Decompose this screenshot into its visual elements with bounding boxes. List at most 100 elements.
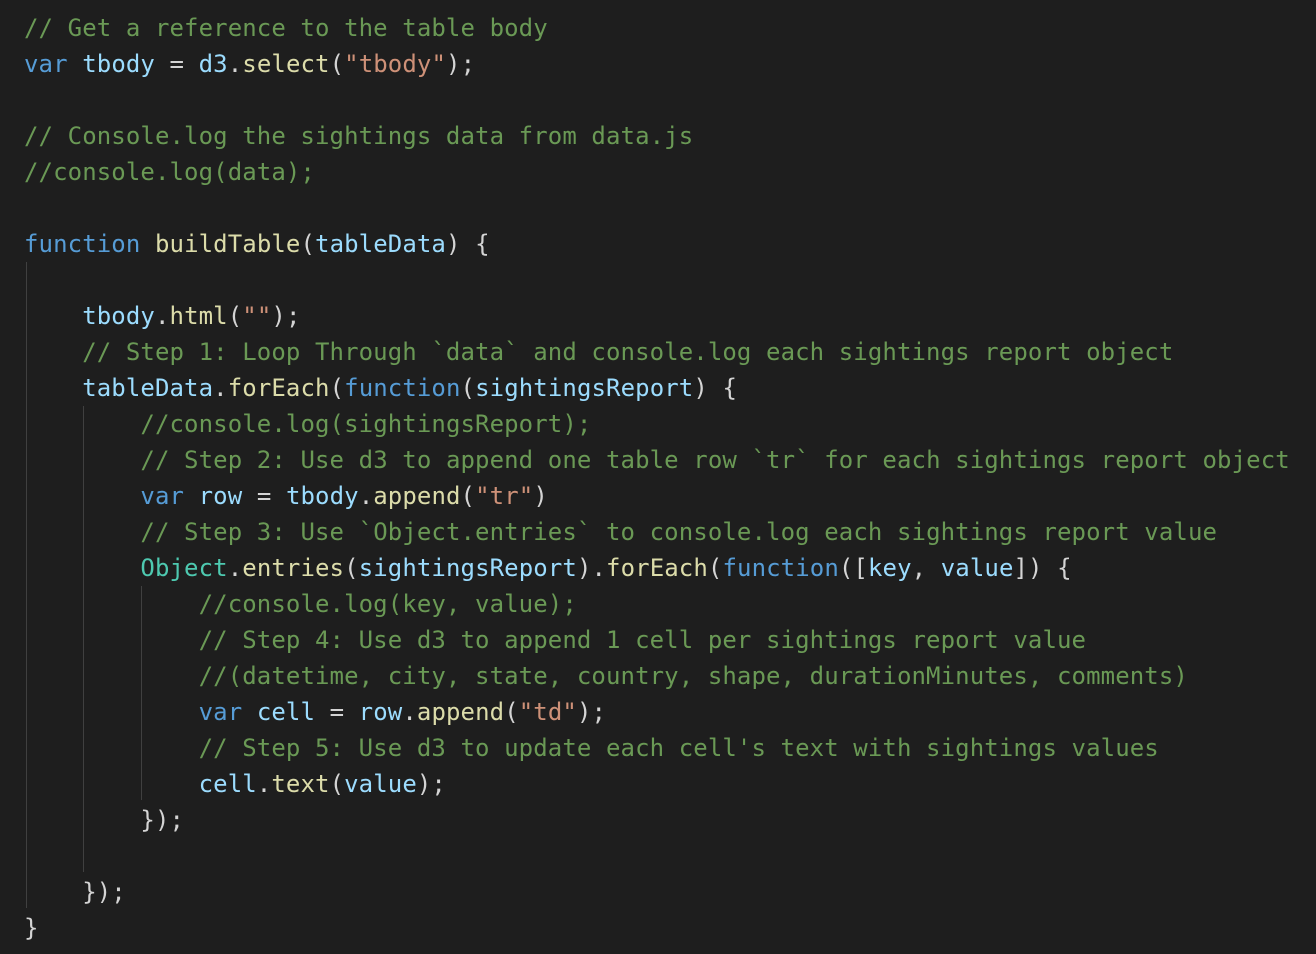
- punctuation-token: [184, 482, 199, 510]
- identifier-token: tbody: [82, 302, 155, 330]
- punctuation-token: [24, 734, 199, 762]
- punctuation-token: });: [24, 806, 185, 834]
- punctuation-token: ).: [576, 554, 607, 582]
- comment-token: // Step 1: Loop Through `data` and conso…: [82, 338, 1174, 366]
- punctuation-token: .: [402, 698, 417, 726]
- code-line-1[interactable]: // Get a reference to the table body: [24, 10, 548, 46]
- identifier-token: value: [940, 554, 1014, 582]
- keyword-token: var: [140, 482, 185, 510]
- punctuation-token: [140, 230, 155, 258]
- punctuation-token: [24, 410, 140, 438]
- code-line-17[interactable]: //console.log(key, value);: [24, 586, 577, 622]
- string-token: "": [242, 302, 272, 330]
- punctuation-token: (: [344, 554, 359, 582]
- comment-token: // Console.log the sightings data from d…: [24, 122, 694, 150]
- code-line-21[interactable]: // Step 5: Use d3 to update each cell's …: [24, 730, 1159, 766]
- code-line-22[interactable]: cell.text(value);: [24, 766, 446, 802]
- punctuation-token: }: [24, 914, 39, 942]
- identifier-token: cell: [256, 698, 316, 726]
- code-line-10[interactable]: // Step 1: Loop Through `data` and conso…: [24, 334, 1173, 370]
- punctuation-token: ) {: [693, 374, 738, 402]
- punctuation-token: [242, 698, 257, 726]
- identifier-token: value: [344, 770, 417, 798]
- punctuation-token: [24, 554, 140, 582]
- code-line-7[interactable]: function buildTable(tableData) {: [24, 226, 490, 262]
- punctuation-token: .: [358, 482, 374, 510]
- punctuation-token: );: [416, 770, 446, 798]
- code-line-14[interactable]: var row = tbody.append("tr"): [24, 478, 548, 514]
- code-line-19[interactable]: //(datetime, city, state, country, shape…: [24, 658, 1188, 694]
- punctuation-token: [24, 590, 199, 618]
- punctuation-token: =: [315, 698, 359, 726]
- punctuation-token: [24, 518, 140, 546]
- code-line-11[interactable]: tableData.forEach(function(sightingsRepo…: [24, 370, 737, 406]
- class-token: Object: [140, 554, 228, 582]
- punctuation-token: [24, 338, 82, 366]
- comment-token: //console.log(key, value);: [198, 590, 577, 618]
- punctuation-token: (: [504, 698, 519, 726]
- punctuation-token: [68, 50, 83, 78]
- keyword-token: var: [198, 698, 243, 726]
- identifier-token: sightingsReport: [475, 374, 694, 402]
- punctuation-token: [24, 662, 199, 690]
- identifier-token: cell: [198, 770, 257, 798]
- punctuation-token: =: [242, 482, 286, 510]
- code-line-15[interactable]: // Step 3: Use `Object.entries` to conso…: [24, 514, 1217, 550]
- identifier-token: tbody: [285, 482, 359, 510]
- function-token: forEach: [606, 554, 708, 582]
- identifier-token: tbody: [82, 50, 155, 78]
- code-editor[interactable]: // Get a reference to the table body var …: [0, 0, 1316, 954]
- comment-token: //console.log(sightingsReport);: [140, 410, 592, 438]
- punctuation-token: );: [271, 302, 301, 330]
- punctuation-token: (: [227, 302, 243, 330]
- punctuation-token: (: [329, 374, 345, 402]
- code-line-2[interactable]: var tbody = d3.select("tbody");: [24, 46, 475, 82]
- punctuation-token: (: [300, 230, 316, 258]
- comment-token: // Step 2: Use d3 to append one table ro…: [140, 446, 1290, 474]
- punctuation-token: .: [213, 374, 228, 402]
- keyword-token: function: [344, 374, 461, 402]
- function-token: buildTable: [154, 230, 301, 258]
- punctuation-token: (: [329, 770, 345, 798]
- punctuation-token: [24, 446, 140, 474]
- code-line-4[interactable]: // Console.log the sightings data from d…: [24, 118, 693, 154]
- punctuation-token: .: [256, 770, 272, 798]
- code-line-26[interactable]: }: [24, 910, 39, 946]
- code-line-9[interactable]: tbody.html("");: [24, 298, 301, 334]
- comment-token: // Step 3: Use `Object.entries` to conso…: [140, 518, 1218, 546]
- identifier-token: sightingsReport: [358, 554, 577, 582]
- string-token: "tr": [475, 482, 534, 510]
- code-line-18[interactable]: // Step 4: Use d3 to append 1 cell per s…: [24, 622, 1086, 658]
- code-line-25[interactable]: });: [24, 874, 126, 910]
- function-token: forEach: [227, 374, 330, 402]
- function-token: html: [169, 302, 228, 330]
- comment-token: // Step 5: Use d3 to update each cell's …: [198, 734, 1159, 762]
- identifier-token: tableData: [315, 230, 446, 258]
- punctuation-token: [24, 626, 199, 654]
- punctuation-token: .: [154, 302, 170, 330]
- code-line-20[interactable]: var cell = row.append("td");: [24, 694, 606, 730]
- keyword-token: var: [24, 50, 68, 78]
- identifier-token: row: [358, 698, 403, 726]
- comment-token: // Step 4: Use d3 to append 1 cell per s…: [198, 626, 1087, 654]
- punctuation-token: (: [707, 554, 723, 582]
- string-token: "td": [518, 698, 577, 726]
- function-token: append: [373, 482, 461, 510]
- code-line-5[interactable]: //console.log(data);: [24, 154, 315, 190]
- code-line-23[interactable]: });: [24, 802, 184, 838]
- function-token: text: [271, 770, 330, 798]
- function-token: select: [242, 50, 330, 78]
- punctuation-token: (: [460, 374, 476, 402]
- code-line-12[interactable]: //console.log(sightingsReport);: [24, 406, 591, 442]
- function-token: entries: [242, 554, 345, 582]
- identifier-token: d3: [198, 50, 228, 78]
- function-token: append: [416, 698, 505, 726]
- keyword-token: function: [24, 230, 141, 258]
- punctuation-token: [24, 374, 82, 402]
- code-line-13[interactable]: // Step 2: Use d3 to append one table ro…: [24, 442, 1290, 478]
- punctuation-token: (: [460, 482, 476, 510]
- code-line-16[interactable]: Object.entries(sightingsReport).forEach(…: [24, 550, 1072, 586]
- punctuation-token: [24, 482, 140, 510]
- punctuation-token: ]) {: [1013, 554, 1072, 582]
- identifier-token: key: [867, 554, 912, 582]
